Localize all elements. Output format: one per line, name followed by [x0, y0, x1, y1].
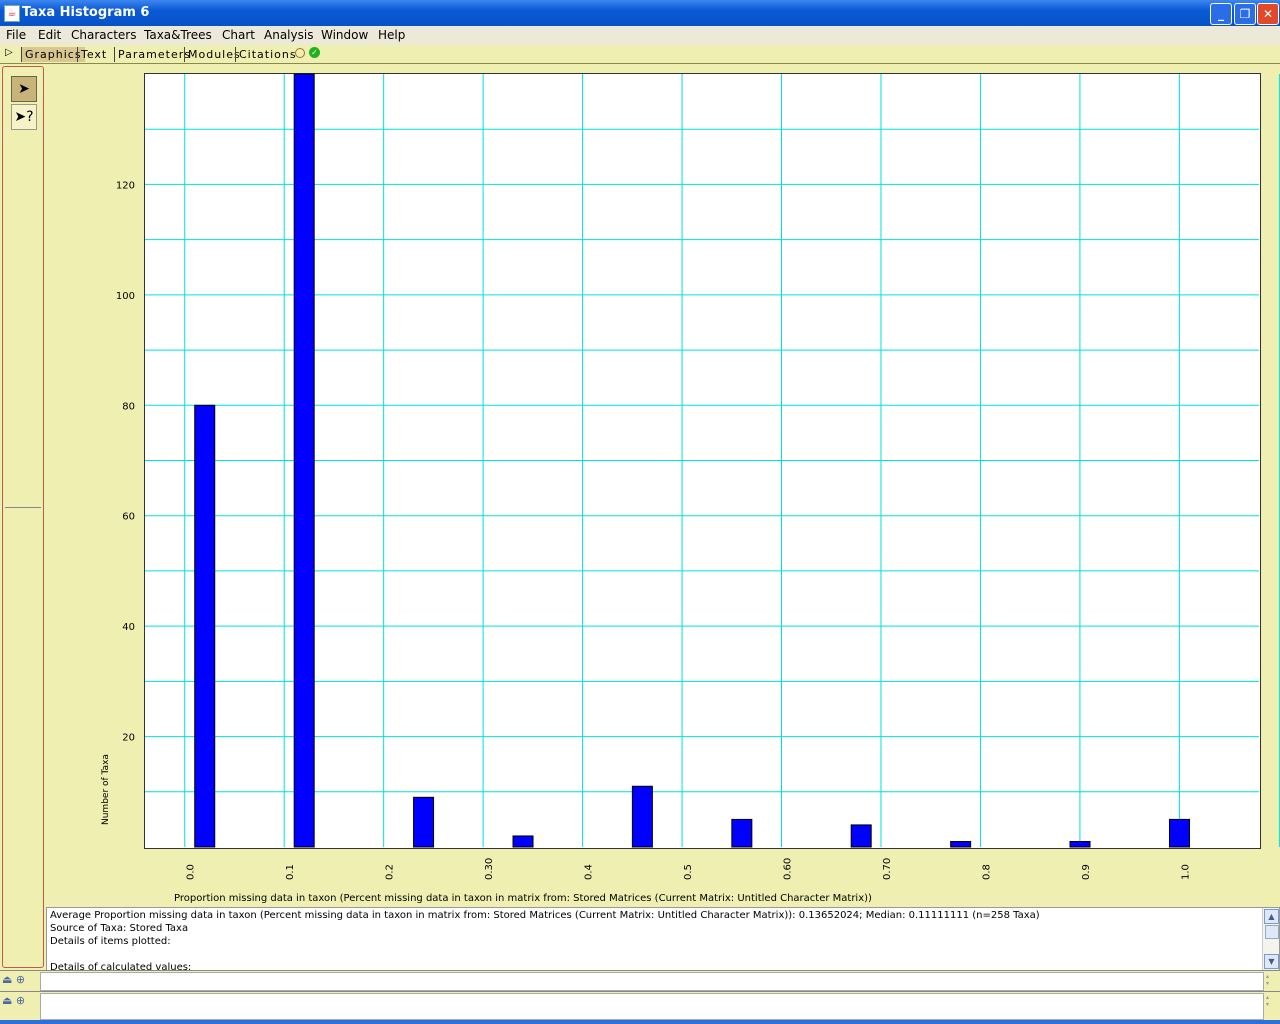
- y-tick-label: 20: [122, 733, 135, 744]
- histogram-bar: [731, 818, 753, 848]
- bottom-border: [0, 1020, 1280, 1024]
- x-tick-labels: 0.0 0.1 0.2 0.30 0.4 0.5 0.60 0.70 0.8 0.9 1.0: [186, 858, 1192, 880]
- x-tick-label: 0.70: [882, 858, 893, 880]
- command-buttons-1[interactable]: ⏏ ⊕: [2, 973, 36, 989]
- y-tick-label: 120: [116, 180, 135, 191]
- x-tick-label: 0.60: [783, 858, 794, 880]
- info-source-line: Source of Taxa: Stored Taxa: [50, 923, 189, 934]
- x-tick-label: 1.0: [1180, 864, 1191, 880]
- info-details-line: Details of items plotted:: [50, 936, 171, 947]
- histogram-bar: [1069, 840, 1091, 848]
- x-tick-label: 0.2: [385, 864, 396, 880]
- y-tick-labels: 20 40 60 80 100 120: [116, 180, 135, 743]
- scroll-down-icon[interactable]: ▼: [1264, 954, 1279, 969]
- y-tick-label: 60: [122, 512, 135, 523]
- command-input-1[interactable]: [40, 972, 1264, 991]
- x-tick-label: 0.30: [484, 858, 495, 880]
- grid-lines: [145, 74, 1280, 847]
- y-tick-label: 80: [122, 401, 135, 412]
- histogram-bar: [512, 835, 534, 848]
- x-axis-label: Proportion missing data in taxon (Percen…: [174, 893, 872, 904]
- histogram-chart: 20406080100120 0.0 0.1 0.2 0.30 0.4 0.5 0.60 0.…: [101, 73, 1280, 904]
- info-text-area[interactable]: Average Proportion missing data in taxon…: [46, 907, 1280, 971]
- command-row-2: ⏏ ⊕ ▴ ▾: [0, 991, 1280, 1020]
- histogram-bar: [631, 785, 653, 848]
- command-spinner-2[interactable]: ▴ ▾: [1266, 994, 1276, 1009]
- histogram-bar: [413, 796, 435, 848]
- histogram-bar: [1168, 818, 1190, 848]
- histogram-bar: [194, 404, 216, 848]
- y-tick-label: 40: [122, 622, 135, 633]
- scroll-thumb[interactable]: [1265, 925, 1279, 939]
- histogram-bar: [950, 840, 972, 848]
- x-tick-label: 0.4: [584, 864, 595, 880]
- histogram-bar: [850, 824, 872, 848]
- y-axis-label: Number of Taxa: [101, 754, 111, 825]
- info-blank-line: [50, 948, 1255, 961]
- x-tick-label: 0.1: [285, 864, 296, 880]
- x-tick-label: 0.0: [186, 864, 197, 880]
- info-summary-line: Average Proportion missing data in taxon…: [50, 910, 1040, 921]
- command-buttons-2[interactable]: ⏏ ⊕: [2, 994, 36, 1010]
- x-tick-label: 0.5: [683, 864, 694, 880]
- info-scrollbar[interactable]: ▲ ▼: [1262, 908, 1279, 970]
- histogram-bar: [293, 73, 315, 848]
- scroll-up-icon[interactable]: ▲: [1264, 909, 1279, 924]
- command-spinner-1[interactable]: ▴ ▾: [1266, 973, 1276, 988]
- y-tick-label: 100: [116, 291, 135, 302]
- x-tick-label: 0.9: [1081, 864, 1092, 880]
- command-input-2[interactable]: [40, 993, 1264, 1020]
- x-tick-label: 0.8: [981, 864, 992, 880]
- command-row-1: ⏏ ⊕ ▴ ▾: [0, 970, 1280, 991]
